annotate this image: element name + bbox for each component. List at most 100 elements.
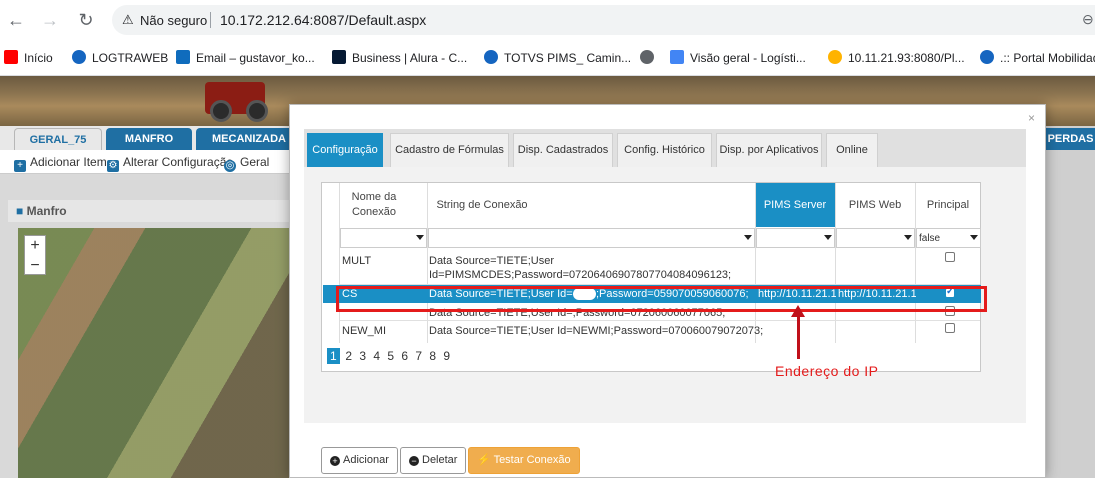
row-conn[interactable]: Data Source=TIETE;User Id=NEWMI;Password… <box>429 324 763 338</box>
tab-manfro[interactable]: MANFRO <box>106 128 192 150</box>
tab-disp-aplicativos[interactable]: Disp. por Aplicativos <box>716 133 822 167</box>
row-conn-line2[interactable]: Id=PIMSMCDES;Password=072064069078077040… <box>429 268 731 282</box>
principal-checkbox[interactable] <box>945 323 955 333</box>
filter-string[interactable] <box>428 228 755 248</box>
delete-button[interactable]: − Deletar <box>400 447 467 474</box>
filter-pims-server[interactable] <box>756 228 835 248</box>
minus-circle-icon: − <box>409 456 419 466</box>
lightning-icon: ⚡ <box>477 454 491 466</box>
chevron-down-icon[interactable] <box>824 235 832 240</box>
column-divider <box>915 183 916 343</box>
back-icon[interactable]: ← <box>4 8 28 32</box>
tab-configuracao[interactable]: Configuração <box>307 133 383 167</box>
column-divider <box>835 183 836 343</box>
outlook-icon <box>176 50 190 64</box>
youtube-icon <box>4 50 18 64</box>
chevron-down-icon[interactable] <box>744 235 752 240</box>
warning-icon[interactable]: ⚠ <box>122 12 134 28</box>
tab-perdas[interactable]: PERDAS <box>1046 128 1095 150</box>
connections-grid: Nome da Conexão String de Conexão PIMS S… <box>321 182 981 372</box>
page-5[interactable]: 5 <box>386 349 396 363</box>
modal-tabs: Configuração Cadastro de Fórmulas Disp. … <box>304 129 1026 167</box>
test-connection-button[interactable]: ⚡ Testar Conexão <box>468 447 580 474</box>
alura-icon <box>332 50 346 64</box>
filter-principal[interactable]: false <box>916 228 981 248</box>
pagination: 123456789 <box>327 348 456 366</box>
header-principal[interactable]: Principal <box>915 183 981 227</box>
plus-circle-icon: + <box>330 456 340 466</box>
header-nome-conexao[interactable]: Nome da Conexão <box>336 183 412 227</box>
column-divider <box>339 183 340 343</box>
bookmark-totvs[interactable]: TOTVS PIMS_ Camin... <box>484 50 631 66</box>
close-icon[interactable]: × <box>1028 111 1035 125</box>
reload-icon[interactable]: ↻ <box>74 8 98 32</box>
globe-icon <box>484 50 498 64</box>
add-button[interactable]: + Adicionar <box>321 447 398 474</box>
zoom-in-icon[interactable]: + <box>25 236 45 256</box>
tab-online[interactable]: Online <box>826 133 878 167</box>
zoom-out-icon[interactable]: − <box>25 256 45 276</box>
page-4[interactable]: 4 <box>372 349 382 363</box>
panel-header: ■ Manfro <box>8 200 308 222</box>
page-7[interactable]: 7 <box>414 349 424 363</box>
forward-icon[interactable]: → <box>38 8 62 32</box>
globe-icon: ◎ <box>224 160 236 172</box>
zoom-icon[interactable]: ⊖ <box>1082 11 1094 28</box>
alter-config-button[interactable]: ⚙ Alterar Configuração <box>107 155 233 172</box>
tab-cadastro-formulas[interactable]: Cadastro de Fórmulas <box>390 133 509 167</box>
bookmark-globe[interactable] <box>640 50 660 66</box>
map-zoom-control[interactable]: + − <box>24 235 46 275</box>
header-pims-server[interactable]: PIMS Server <box>755 183 835 227</box>
annotation-label: Endereço do IP <box>775 363 879 379</box>
bookmark-visao-geral[interactable]: Visão geral - Logísti... <box>670 50 806 66</box>
tractor-wheel <box>246 100 268 122</box>
bookmark-logtraweb[interactable]: LOGTRAWEB <box>72 50 168 66</box>
bookmarks-bar: Início LOGTRAWEB Email – gustavor_ko... … <box>0 40 1095 76</box>
bookmark-email[interactable]: Email – gustavor_ko... <box>176 50 315 66</box>
page-8[interactable]: 8 <box>428 349 438 363</box>
row-name[interactable]: NEW_MI <box>342 324 386 338</box>
tab-config-historico[interactable]: Config. Histórico <box>617 133 712 167</box>
arrow-line <box>797 315 800 359</box>
globe-icon <box>72 50 86 64</box>
url-text[interactable]: 10.172.212.64:8087/Default.aspx <box>220 12 426 28</box>
bookmark-inicio[interactable]: Início <box>4 50 53 66</box>
tab-geral-75[interactable]: GERAL_75 <box>14 128 102 150</box>
page-6[interactable]: 6 <box>400 349 410 363</box>
page-3[interactable]: 3 <box>358 349 368 363</box>
divider <box>210 12 211 28</box>
row-divider <box>340 320 980 321</box>
address-bar[interactable]: ⚠ Não seguro 10.172.212.64:8087/Default.… <box>112 5 1095 35</box>
column-divider <box>755 183 756 343</box>
column-divider <box>427 183 428 343</box>
chevron-down-icon[interactable] <box>416 235 424 240</box>
document-icon <box>670 50 684 64</box>
header-string-conexao[interactable]: String de Conexão <box>422 183 542 227</box>
truck-icon: ■ <box>16 204 24 218</box>
bookmark-portal[interactable]: .:: Portal Mobilidad <box>980 50 1095 66</box>
principal-checkbox[interactable] <box>945 252 955 262</box>
geral-button[interactable]: ◎ Geral <box>224 155 269 172</box>
chevron-down-icon[interactable] <box>970 235 978 240</box>
add-item-button[interactable]: + Adicionar Item <box>14 155 107 172</box>
globe-icon <box>980 50 994 64</box>
tractor-wheel <box>210 100 232 122</box>
filter-nome[interactable] <box>340 228 427 248</box>
spinner-icon <box>828 50 842 64</box>
tab-disp-cadastrados[interactable]: Disp. Cadastrados <box>513 133 613 167</box>
bookmark-ip[interactable]: 10.11.21.93:8080/Pl... <box>828 50 965 66</box>
row-conn-line1[interactable]: Data Source=TIETE;User <box>429 254 554 268</box>
page-9[interactable]: 9 <box>442 349 452 363</box>
chevron-down-icon[interactable] <box>904 235 912 240</box>
bookmark-alura[interactable]: Business | Alura - C... <box>332 50 467 66</box>
header-pims-web[interactable]: PIMS Web <box>836 183 914 227</box>
filter-pims-web[interactable] <box>836 228 915 248</box>
tab-mecanizada[interactable]: MECANIZADA <box>196 128 302 150</box>
map-view[interactable] <box>18 228 298 478</box>
highlight-box <box>336 286 987 312</box>
right-strip: PERDAS <box>1046 126 1095 478</box>
page-1[interactable]: 1 <box>327 348 340 364</box>
page-2[interactable]: 2 <box>344 349 354 363</box>
row-name[interactable]: MULT <box>342 254 371 268</box>
security-label[interactable]: Não seguro <box>140 13 207 28</box>
